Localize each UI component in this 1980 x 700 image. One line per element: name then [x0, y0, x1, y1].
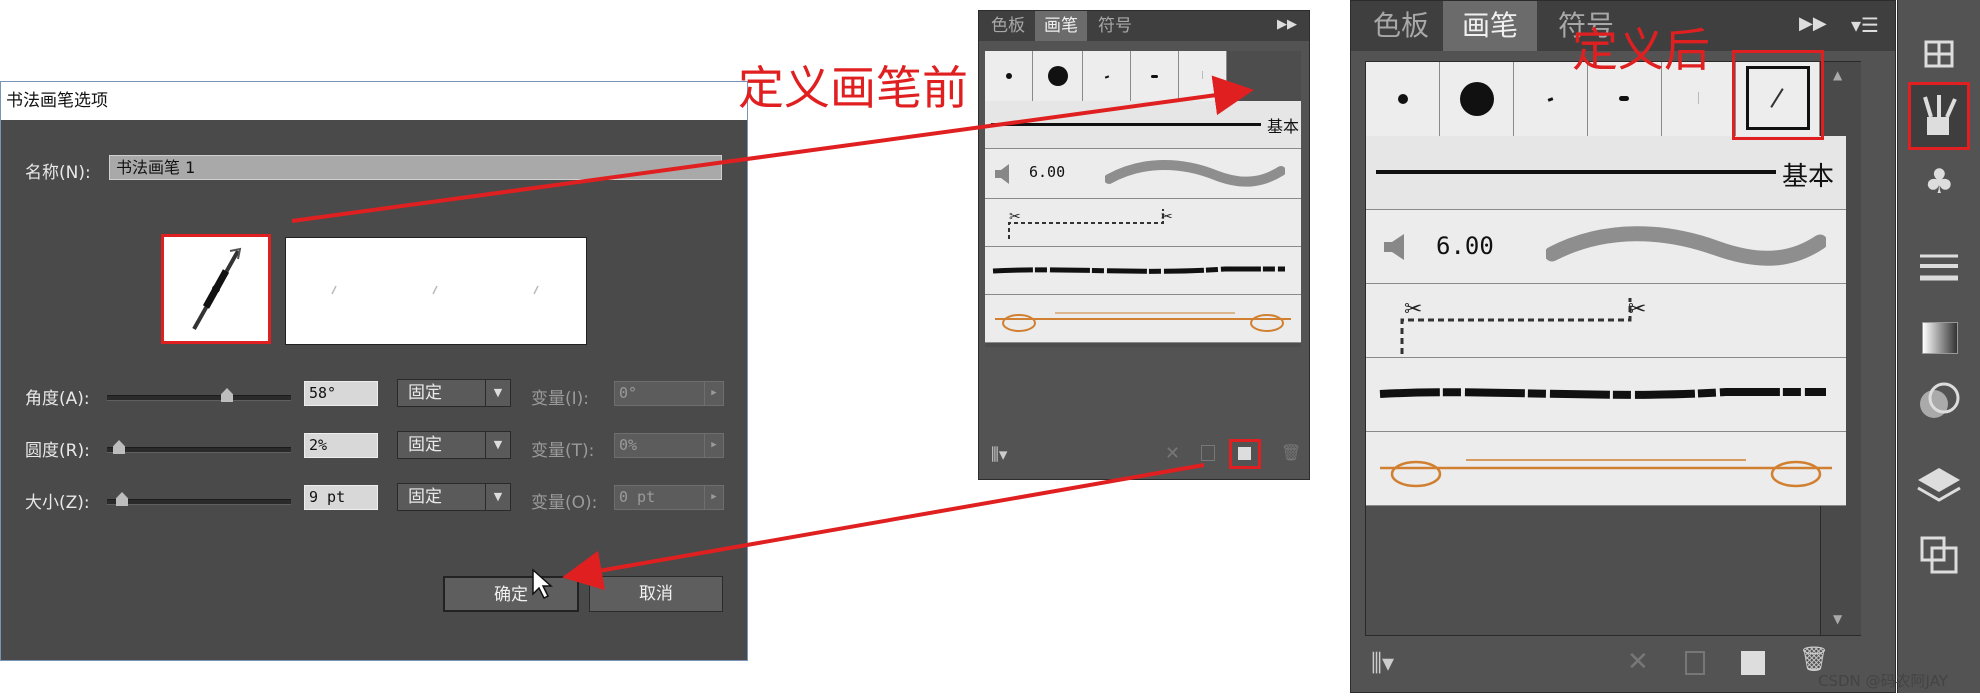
watermark: CSDN @码农阿JAY	[1818, 672, 1948, 690]
annotation-arrows	[291, 75, 1254, 591]
